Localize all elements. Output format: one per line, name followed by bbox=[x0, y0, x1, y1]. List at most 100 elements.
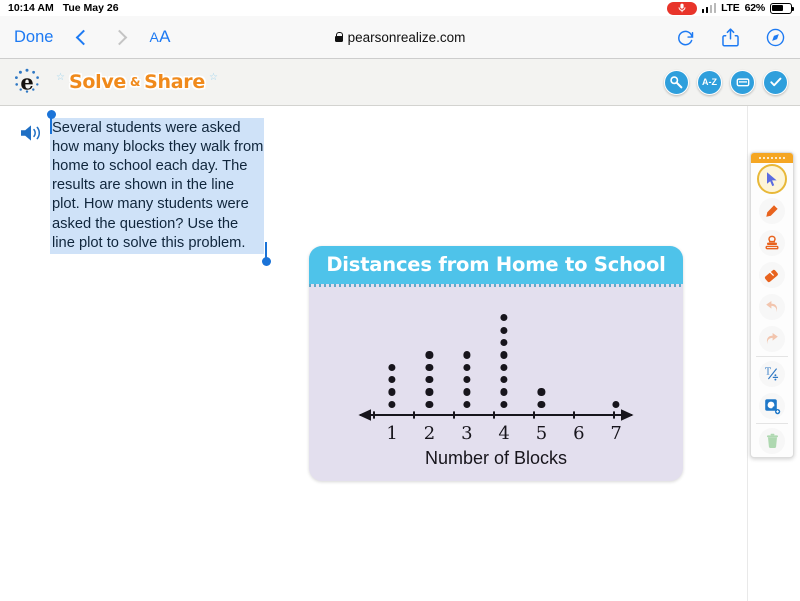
plot-dot bbox=[388, 363, 396, 371]
dot-column bbox=[537, 388, 546, 408]
eraser-tool[interactable] bbox=[751, 259, 793, 291]
check-answer-button[interactable] bbox=[763, 69, 788, 95]
plot-dot bbox=[388, 376, 396, 384]
redo-button bbox=[751, 323, 793, 355]
share-icon[interactable] bbox=[720, 26, 741, 49]
axis-tick-label: 2 bbox=[423, 423, 436, 444]
speaker-icon[interactable] bbox=[18, 122, 44, 144]
status-date: Tue May 26 bbox=[62, 2, 119, 14]
url-label: pearsonrealize.com bbox=[347, 29, 466, 45]
stamp-icon bbox=[759, 230, 785, 256]
text-size-button[interactable]: AA bbox=[149, 27, 170, 47]
ios-status-bar: 10:14 AM Tue May 26 LTE 62% bbox=[0, 0, 800, 16]
star-icon: ☆ bbox=[56, 72, 65, 83]
header-tool-buttons: A-Z bbox=[664, 69, 788, 95]
text-math-icon: T bbox=[759, 361, 785, 387]
title-word-solve: Solve bbox=[68, 71, 126, 93]
problem-statement: Several students were asked how many blo… bbox=[18, 110, 271, 266]
axis-tick-label: 4 bbox=[498, 423, 510, 444]
done-button[interactable]: Done bbox=[14, 28, 53, 47]
plot-dot bbox=[537, 400, 546, 408]
plot-dot bbox=[500, 376, 508, 384]
tools-wrench-button[interactable] bbox=[664, 69, 689, 95]
activity-canvas[interactable]: Several students were asked how many blo… bbox=[0, 106, 800, 601]
title-ampersand: & bbox=[130, 75, 141, 89]
delete-button bbox=[751, 425, 793, 457]
plot-dot bbox=[425, 351, 434, 359]
dot-column bbox=[500, 314, 508, 408]
chart-body: 1 2 3 4 5 6 7 Number of Blocks bbox=[309, 287, 683, 481]
chevron-left-icon[interactable] bbox=[75, 30, 90, 45]
app-header: e ☆ Solve & Share ☆ A-Z bbox=[0, 59, 800, 106]
selection-handle-icon[interactable] bbox=[262, 241, 271, 266]
axis-caption: Number of Blocks bbox=[424, 448, 568, 468]
problem-text: Several students were asked how many blo… bbox=[50, 118, 264, 254]
plot-dot bbox=[388, 400, 396, 408]
glossary-button[interactable]: A-Z bbox=[697, 69, 722, 95]
axis-tick-label: 7 bbox=[610, 423, 622, 444]
axis-tick-label: 1 bbox=[386, 423, 398, 444]
cursor-arrow-icon bbox=[757, 164, 787, 194]
plot-dot bbox=[425, 376, 434, 384]
solve-and-share-title: ☆ Solve & Share ☆ bbox=[56, 71, 218, 93]
plot-dot bbox=[425, 400, 434, 408]
eraser-icon bbox=[759, 262, 785, 288]
selection-handle-icon[interactable] bbox=[47, 110, 56, 134]
axis-tick-label: 3 bbox=[461, 423, 473, 444]
pencil-icon bbox=[759, 198, 785, 224]
notes-button[interactable] bbox=[730, 69, 755, 95]
axis-tick-label: 5 bbox=[535, 423, 548, 444]
axis-tick-labels: 1 2 3 4 5 6 7 bbox=[356, 423, 636, 445]
plot-dot bbox=[537, 388, 546, 396]
number-line-axis bbox=[358, 409, 634, 421]
pearson-e-logo-icon[interactable]: e bbox=[12, 67, 42, 97]
dot-column bbox=[425, 351, 434, 408]
plot-dot bbox=[500, 351, 508, 359]
plot-dot bbox=[500, 388, 508, 396]
plot-dot bbox=[612, 400, 620, 408]
dot-column bbox=[612, 400, 620, 408]
problem-text-selection[interactable]: Several students were asked how many blo… bbox=[47, 110, 271, 266]
dot-column bbox=[388, 363, 396, 408]
network-type-label: LTE bbox=[721, 2, 740, 14]
dot-column bbox=[463, 351, 471, 408]
glossary-label: A-Z bbox=[702, 77, 717, 87]
microphone-icon bbox=[666, 1, 697, 15]
drawing-tool-palette[interactable]: T bbox=[750, 152, 794, 458]
palette-divider bbox=[756, 423, 788, 424]
lock-icon bbox=[334, 32, 343, 42]
star-icon: ☆ bbox=[208, 72, 218, 83]
plot-dot bbox=[463, 376, 471, 384]
line-plot-card: Distances from Home to School 1 2 3 4 5 6 7 Nu… bbox=[309, 246, 683, 481]
stamp-tool[interactable] bbox=[751, 227, 793, 259]
battery-percent-label: 62% bbox=[744, 2, 766, 14]
palette-divider bbox=[756, 356, 788, 357]
pen-tool[interactable] bbox=[751, 195, 793, 227]
plot-dot bbox=[463, 400, 471, 408]
axis-tick-label: 6 bbox=[573, 423, 585, 444]
plot-dot bbox=[463, 388, 471, 396]
reload-icon[interactable] bbox=[675, 26, 696, 49]
signal-strength-icon bbox=[701, 2, 717, 13]
canvas-right-divider bbox=[747, 106, 748, 601]
trash-icon bbox=[759, 428, 785, 454]
status-time: 10:14 AM bbox=[8, 2, 54, 14]
select-tool[interactable] bbox=[751, 163, 793, 195]
compass-icon[interactable] bbox=[765, 26, 786, 49]
plot-dot bbox=[463, 351, 471, 359]
svg-text:T: T bbox=[765, 367, 771, 377]
drag-handle-icon[interactable] bbox=[751, 153, 793, 163]
magnifier-plus-icon bbox=[759, 393, 785, 419]
battery-icon bbox=[770, 2, 795, 14]
zoom-tool[interactable] bbox=[751, 390, 793, 422]
undo-arrow-icon bbox=[759, 294, 785, 320]
math-text-tool[interactable]: T bbox=[751, 358, 793, 390]
dot-plot-area bbox=[356, 293, 636, 408]
undo-button bbox=[751, 291, 793, 323]
svg-text:e: e bbox=[20, 70, 33, 95]
plot-dot bbox=[500, 400, 508, 408]
title-word-share: Share bbox=[144, 71, 205, 93]
plot-dot bbox=[463, 363, 471, 371]
safari-toolbar: Done AA pearsonrealize.com bbox=[0, 16, 800, 59]
plot-dot bbox=[425, 388, 434, 396]
